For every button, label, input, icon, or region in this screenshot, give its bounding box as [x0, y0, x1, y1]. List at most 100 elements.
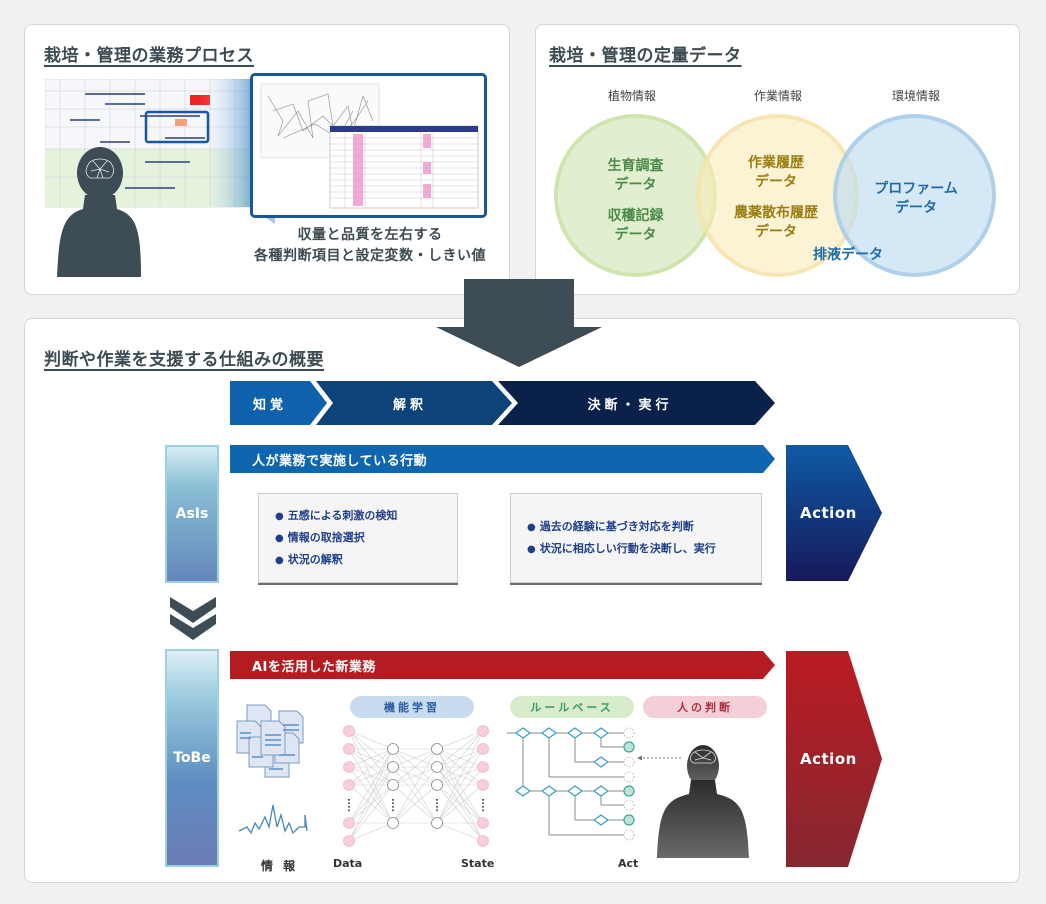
nn-io-node — [477, 817, 489, 829]
overview-card: 判断や作業を支援する仕組みの概要 知覚 解釈 決断・実行 AsIs 人が業務で実… — [24, 318, 1020, 883]
asis-item: 過去の経験に基づき対応を判断 — [527, 516, 761, 538]
data-label: Data — [333, 857, 363, 870]
info-label: 情 報 — [261, 859, 299, 873]
tree-leaf-active — [623, 814, 635, 826]
nn-io-node — [343, 725, 355, 737]
venn-item-pesticide-history: 農薬散布履歴 データ — [734, 205, 818, 240]
nn-hidden-node — [431, 761, 443, 773]
stage-interpretation-label: 解釈 — [392, 397, 427, 413]
overview-card-title: 判断や作業を支援する仕組みの概要 — [44, 350, 324, 370]
nn-edge — [436, 730, 484, 750]
caption-line-1: 収量と品質を左右する — [297, 227, 443, 243]
tree-leaf — [623, 771, 635, 783]
human-silhouette-icon — [657, 745, 749, 858]
tree-decision-node — [514, 727, 532, 739]
detail-network-and-table-image — [260, 83, 479, 209]
nn-io-node — [343, 817, 355, 829]
venn-item-harvest-record: 収穫記録 データ — [607, 208, 664, 243]
tree-decision-node — [514, 785, 532, 797]
asis-item: 情報の取捨選択 — [275, 527, 457, 549]
asis-item: 五感による刺激の検知 — [275, 505, 457, 527]
stage-perception-label: 知覚 — [252, 397, 287, 413]
documents-icon — [236, 704, 304, 778]
signal-waveform-icon — [239, 804, 308, 835]
tree-decision-node — [592, 756, 610, 768]
nn-ellipsis-dot — [436, 799, 438, 801]
venn-heading-env: 環境情報 — [891, 89, 940, 103]
nn-edge — [348, 766, 394, 842]
process-card: 栽培・管理の業務プロセス 収量と品質を左右する 各種判断項目と設定変数・しきい値 — [24, 24, 510, 295]
quant-card-title: 栽培・管理の定量データ — [549, 46, 742, 66]
tobe-action-label: Action — [800, 750, 857, 768]
nn-ellipsis-dot — [482, 806, 484, 808]
down-arrow-icon — [436, 279, 602, 367]
tobe-band-label: AIを活用した新業務 — [252, 659, 376, 675]
double-chevron-down-icon — [170, 597, 216, 640]
tree-decision-node — [566, 785, 584, 797]
venn-circle-plant — [554, 114, 717, 277]
tree-leaf-active — [623, 785, 635, 797]
rule-decision-tree — [507, 727, 635, 841]
tree-leaf — [623, 829, 635, 841]
venn-item-drainage: 排液データ — [813, 247, 883, 263]
nn-hidden-node — [387, 817, 399, 829]
nn-ellipsis-dot — [348, 806, 350, 808]
quant-data-card: 栽培・管理の定量データ 植物情報 作業情報 環境情報 生育調査 データ 収穫記録… — [535, 24, 1020, 295]
tree-decision-node — [592, 727, 610, 739]
tree-leaf-active — [623, 741, 635, 753]
process-caption: 収量と品質を左右する 各種判断項目と設定変数・しきい値 — [235, 225, 505, 267]
asis-item: 状況に相応しい行動を決断し、実行 — [527, 538, 761, 560]
neural-network-diagram — [343, 725, 489, 847]
rule-based-pill: ルールベース — [510, 696, 634, 718]
nn-hidden-node — [387, 779, 399, 791]
venn-item-growth-survey: 生育調査 データ — [607, 158, 664, 193]
nn-io-node — [477, 743, 489, 755]
nn-hidden-node — [431, 817, 443, 829]
nn-ellipsis-dot — [436, 802, 438, 805]
human-judgment-pill: 人の判断 — [643, 696, 767, 718]
caption-line-2: 各種判断項目と設定変数・しきい値 — [254, 248, 486, 264]
nn-ellipsis-dot — [392, 799, 394, 801]
nn-ellipsis-dot — [392, 809, 394, 812]
tree-decision-node — [592, 814, 610, 826]
asis-box-perception: 五感による刺激の検知 情報の取捨選択 状況の解釈 — [258, 493, 458, 583]
tree-decision-node — [592, 785, 610, 797]
venn-item-work-history: 作業履歴 データ — [748, 155, 804, 190]
nn-ellipsis-dot — [482, 809, 484, 812]
tree-decision-node — [540, 785, 558, 797]
nn-ellipsis-dot — [348, 809, 350, 812]
nn-edge — [436, 822, 484, 842]
tree-leaf — [623, 727, 635, 739]
nn-io-node — [343, 743, 355, 755]
nn-io-node — [343, 835, 355, 847]
tree-leaf — [623, 799, 635, 811]
tree-leaf — [623, 756, 635, 768]
nn-edge — [348, 822, 394, 842]
venn-item-profarm: プロファーム データ — [874, 181, 958, 216]
venn-heading-work: 作業情報 — [753, 89, 802, 103]
nn-ellipsis-dot — [436, 806, 438, 808]
nn-ellipsis-dot — [482, 799, 484, 801]
nn-ellipsis-dot — [392, 806, 394, 808]
asis-action-label: Action — [800, 504, 857, 522]
nn-io-node — [477, 835, 489, 847]
nn-ellipsis-dot — [348, 802, 350, 805]
tree-decision-node — [540, 727, 558, 739]
nn-edge — [436, 784, 484, 842]
nn-io-node — [343, 761, 355, 773]
nn-ellipsis-dot — [482, 802, 484, 805]
ml-pill: 機能学習 — [350, 696, 474, 718]
nn-io-node — [477, 761, 489, 773]
nn-io-node — [477, 779, 489, 791]
tobe-label: ToBe — [165, 649, 219, 867]
nn-edge — [348, 784, 394, 842]
nn-hidden-node — [431, 743, 443, 755]
venn-heading-plant: 植物情報 — [607, 89, 656, 103]
nn-ellipsis-dot — [436, 809, 438, 812]
act-label: Act — [618, 857, 639, 870]
asis-label: AsIs — [165, 445, 219, 583]
nn-edge — [348, 748, 394, 842]
asis-item: 状況の解釈 — [275, 549, 457, 571]
zoom-detail-panel — [250, 73, 487, 218]
asis-box-decision: 過去の経験に基づき対応を判断 状況に相応しい行動を決断し、実行 — [510, 493, 762, 583]
